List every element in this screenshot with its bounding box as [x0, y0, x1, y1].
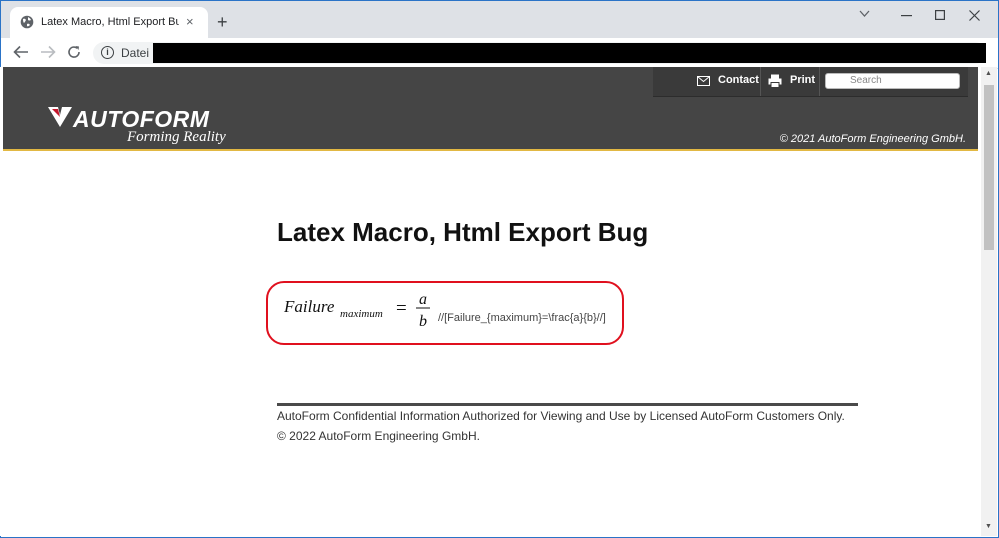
- tab-search-chevron-icon[interactable]: [859, 10, 870, 18]
- redacted-url: [153, 43, 986, 63]
- print-link[interactable]: Print: [790, 74, 815, 86]
- latex-source-text: //[Failure_{maximum}=\frac{a}{b}//]: [438, 312, 606, 324]
- footer-confidential: AutoForm Confidential Information Author…: [277, 409, 845, 423]
- contact-link[interactable]: Contact: [718, 74, 759, 86]
- autoform-logo-text[interactable]: AUTOFORM: [73, 107, 209, 131]
- printer-icon: [768, 74, 782, 88]
- minimize-icon[interactable]: [901, 15, 912, 17]
- tab-title: Latex Macro, Html Export Bug - I: [41, 16, 179, 28]
- security-label: Datei: [121, 46, 150, 60]
- web-page: Contact Print Search AUTOFORM Forming Re…: [0, 67, 981, 536]
- formula-numerator: a: [419, 291, 427, 308]
- page-scrollbar[interactable]: ▲ ▼: [981, 67, 997, 536]
- search-placeholder: Search: [850, 75, 882, 86]
- nav-divider: [819, 67, 820, 96]
- formula-denominator: b: [419, 313, 427, 330]
- envelope-icon: [697, 76, 710, 86]
- scroll-down-icon[interactable]: ▼: [985, 523, 992, 530]
- header-copyright: © 2021 AutoForm Engineering GmbH.: [779, 133, 966, 145]
- logo-tagline: Forming Reality: [127, 129, 226, 145]
- header-accent-line: [3, 149, 978, 151]
- rendered-latex-formula: Failure maximum = a b: [283, 291, 430, 330]
- site-search-input[interactable]: Search: [825, 73, 960, 89]
- scrollbar-thumb[interactable]: [984, 85, 994, 250]
- address-bar[interactable]: i Datei: [93, 42, 986, 64]
- scroll-up-icon[interactable]: ▲: [985, 70, 992, 77]
- forward-arrow-icon[interactable]: [40, 45, 56, 59]
- tab-close-icon[interactable]: ×: [186, 14, 194, 30]
- back-arrow-icon[interactable]: [13, 45, 29, 59]
- site-header: Contact Print Search AUTOFORM Forming Re…: [3, 67, 978, 149]
- highlighted-formula: Failure maximum = a b //[Failure_{maximu…: [266, 281, 624, 345]
- maximize-icon[interactable]: [935, 10, 945, 20]
- globe-icon: [20, 15, 34, 29]
- page-title: Latex Macro, Html Export Bug: [277, 217, 649, 247]
- reload-icon[interactable]: [67, 45, 81, 59]
- browser-toolbar: i Datei: [1, 38, 998, 69]
- nav-divider: [760, 67, 761, 96]
- formula-subscript: maximum: [340, 308, 383, 320]
- autoform-logo-mark-icon[interactable]: [48, 107, 72, 127]
- header-nav-panel: Contact Print Search: [653, 67, 968, 97]
- tab-strip: Latex Macro, Html Export Bug - I × +: [1, 1, 998, 38]
- footer-copyright: © 2022 AutoForm Engineering GmbH.: [277, 429, 480, 443]
- info-icon[interactable]: i: [101, 46, 114, 59]
- close-window-icon[interactable]: [969, 10, 980, 21]
- active-tab[interactable]: Latex Macro, Html Export Bug - I ×: [10, 7, 208, 38]
- new-tab-button[interactable]: +: [217, 13, 228, 31]
- formula-lhs: Failure: [283, 297, 335, 316]
- formula-equals: =: [396, 298, 407, 319]
- footer-divider: [277, 403, 858, 406]
